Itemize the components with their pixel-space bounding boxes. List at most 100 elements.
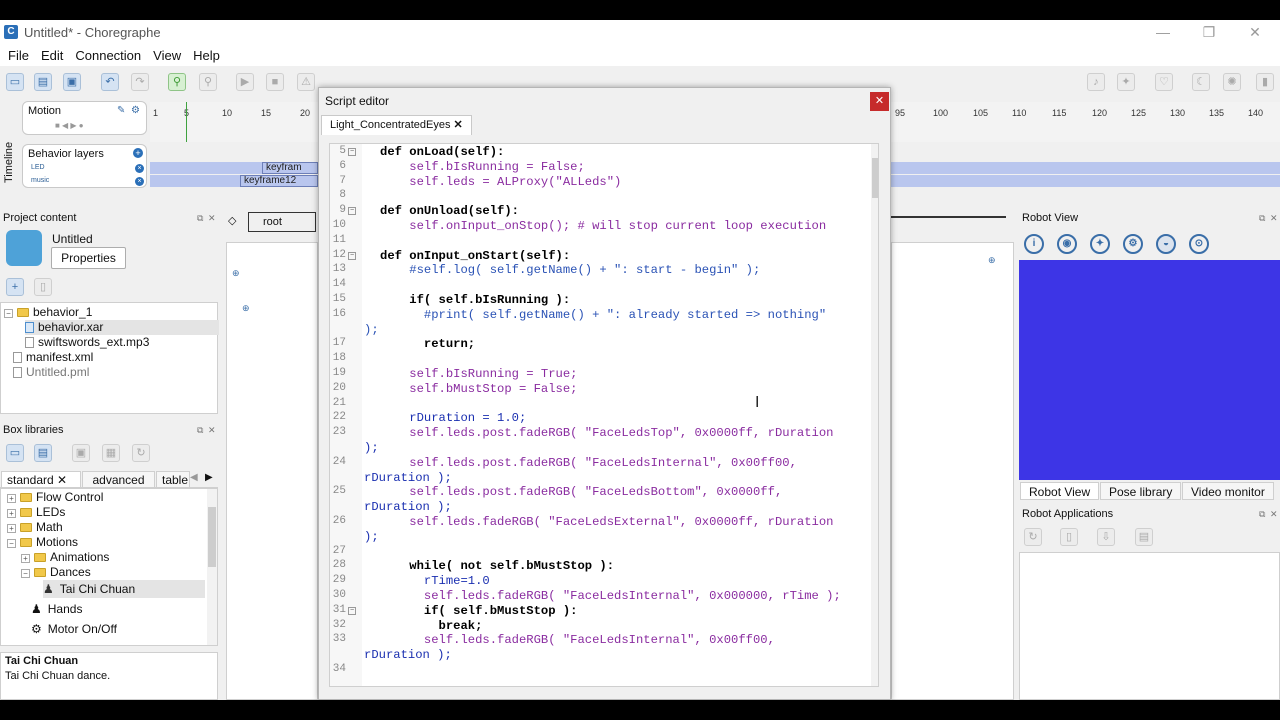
- breadcrumb-root[interactable]: root: [248, 212, 316, 232]
- music-track-right[interactable]: [891, 175, 1280, 187]
- menu-view[interactable]: View: [149, 48, 189, 63]
- robot-posture-icon[interactable]: ✦: [1117, 73, 1135, 91]
- properties-button[interactable]: Properties: [51, 247, 126, 269]
- delete-file-icon[interactable]: ▯: [34, 278, 52, 296]
- dock-close-icon[interactable]: ✕: [208, 210, 216, 226]
- code-line[interactable]: 32 break;: [330, 619, 870, 634]
- code-line[interactable]: 9− def onUnload(self):: [330, 204, 870, 219]
- remove-layer-led-icon[interactable]: ×: [135, 164, 144, 173]
- open-project-icon[interactable]: ▤: [34, 73, 52, 91]
- dock-float-icon[interactable]: ⧉: [197, 422, 203, 438]
- disconnect-icon[interactable]: ⚲: [199, 73, 217, 91]
- code-line[interactable]: 25 self.leds.post.fadeRGB( "FaceLedsBott…: [330, 485, 870, 500]
- tree-item[interactable]: + Math: [7, 520, 63, 535]
- tab-video-monitor[interactable]: Video monitor: [1182, 482, 1274, 500]
- code-line[interactable]: 14: [330, 278, 870, 293]
- tree-item[interactable]: manifest.xml: [13, 350, 93, 365]
- add-layer-icon[interactable]: +: [133, 148, 143, 158]
- tree-item[interactable]: Untitled.pml: [13, 365, 89, 380]
- input-port-icon[interactable]: ⊕: [232, 268, 240, 279]
- robot-3d-view[interactable]: [1019, 260, 1280, 480]
- play-icon[interactable]: ▶: [236, 73, 254, 91]
- minimize-button[interactable]: —: [1140, 20, 1186, 44]
- layer-led[interactable]: LED: [31, 164, 45, 174]
- stop-icon[interactable]: ■: [266, 73, 284, 91]
- code-line[interactable]: 6 self.bIsRunning = False;: [330, 160, 870, 175]
- close-dialog-button[interactable]: ✕: [870, 92, 889, 111]
- tree-item[interactable]: + Flow Control: [7, 490, 103, 505]
- tree-item[interactable]: + Animations: [21, 550, 109, 565]
- close-window-button[interactable]: ✕: [1232, 20, 1278, 44]
- heart-icon[interactable]: ♡: [1155, 73, 1173, 91]
- app-delete-icon[interactable]: ▯: [1060, 528, 1078, 546]
- code-line[interactable]: 7 self.leds = ALProxy("ALLeds"): [330, 175, 870, 190]
- new-project-icon[interactable]: ▭: [6, 73, 24, 91]
- menu-edit[interactable]: Edit: [37, 48, 71, 63]
- code-line[interactable]: 19 self.bIsRunning = True;: [330, 367, 870, 382]
- code-line[interactable]: 27: [330, 545, 870, 560]
- remove-layer-music-icon[interactable]: ×: [135, 177, 144, 186]
- dock-close-icon[interactable]: ✕: [208, 422, 216, 438]
- fold-icon[interactable]: −: [348, 148, 356, 156]
- code-line[interactable]: );: [330, 323, 870, 338]
- code-line[interactable]: 15 if( self.bIsRunning ):: [330, 293, 870, 308]
- open-library-icon[interactable]: ▤: [34, 444, 52, 462]
- tab-table[interactable]: table: [156, 471, 190, 488]
- dock-float-icon[interactable]: ⧉: [197, 210, 203, 226]
- save-library-icon[interactable]: ▦: [102, 444, 120, 462]
- wake-up-icon[interactable]: ☾: [1192, 73, 1210, 91]
- dock-float-icon[interactable]: ⧉: [1259, 506, 1265, 522]
- tree-item-selected[interactable]: ♟ Tai Chi Chuan: [43, 580, 205, 598]
- flow-diagram-right[interactable]: ⊕: [891, 242, 1014, 700]
- code-line[interactable]: 17 return;: [330, 337, 870, 352]
- code-line[interactable]: 28 while( not self.bMustStop ):: [330, 559, 870, 574]
- close-tab-icon[interactable]: ✕: [454, 119, 463, 131]
- app-install-icon[interactable]: ⇩: [1097, 528, 1115, 546]
- tree-item[interactable]: − Motions: [7, 535, 78, 550]
- menu-connection[interactable]: Connection: [71, 48, 149, 63]
- timeline-ruler-right[interactable]: 95 100 105 110 115 120 125 130 135 140: [891, 102, 1280, 142]
- fold-icon[interactable]: −: [348, 606, 356, 615]
- tree-item[interactable]: behavior.xar: [25, 320, 219, 335]
- fold-icon[interactable]: −: [348, 251, 356, 260]
- edit-library-icon[interactable]: ▣: [72, 444, 90, 462]
- tab-scroll-left-icon[interactable]: ◀: [190, 472, 198, 483]
- app-refresh-icon[interactable]: ↻: [1024, 528, 1042, 546]
- code-line[interactable]: 18: [330, 352, 870, 367]
- code-line[interactable]: 13 #self.log( self.getName() + ": start …: [330, 263, 870, 278]
- code-line[interactable]: 29 rTime=1.0: [330, 574, 870, 589]
- code-line[interactable]: 16 #print( self.getName() + ": already s…: [330, 308, 870, 323]
- tree-item[interactable]: + LEDs: [7, 505, 65, 520]
- settings-icon[interactable]: ✺: [1223, 73, 1241, 91]
- camera-view-icon[interactable]: ◒: [1156, 234, 1176, 254]
- code-line[interactable]: 30 self.leds.fadeRGB( "FaceLedsInternal"…: [330, 589, 870, 604]
- tree-item[interactable]: ⚙ Motor On/Off: [31, 620, 117, 638]
- connect-icon[interactable]: ⚲: [168, 73, 186, 91]
- menu-help[interactable]: Help: [189, 48, 228, 63]
- layer-music[interactable]: music: [31, 177, 49, 187]
- code-line[interactable]: 10 self.onInput_onStop(); # will stop cu…: [330, 219, 870, 234]
- code-line[interactable]: 34: [330, 663, 870, 678]
- script-tab[interactable]: Light_ConcentratedEyes ✕: [321, 115, 472, 135]
- led-track-right[interactable]: [891, 162, 1280, 174]
- timeline-ruler-left[interactable]: 1 5 10 15 20: [150, 102, 318, 142]
- code-line[interactable]: );: [330, 441, 870, 456]
- code-line[interactable]: 12− def onInput_onStart(self):: [330, 249, 870, 264]
- code-line[interactable]: rDuration );: [330, 648, 870, 663]
- code-line[interactable]: );: [330, 530, 870, 545]
- zoom-view-icon[interactable]: ⊙: [1189, 234, 1209, 254]
- redo-icon[interactable]: ↷: [131, 73, 149, 91]
- menu-file[interactable]: File: [4, 48, 37, 63]
- input-port-icon[interactable]: ⊕: [242, 303, 250, 314]
- edit-motion-icon[interactable]: ✎: [117, 105, 125, 116]
- tab-scroll-right-icon[interactable]: ▶: [205, 472, 213, 483]
- flow-diagram-left[interactable]: ⊕ ⊕: [226, 242, 318, 700]
- tab-robot-view[interactable]: Robot View: [1020, 482, 1100, 500]
- save-project-icon[interactable]: ▣: [63, 73, 81, 91]
- dock-close-icon[interactable]: ✕: [1270, 210, 1278, 226]
- tab-standard[interactable]: standard ✕: [1, 471, 81, 488]
- dock-float-icon[interactable]: ⧉: [1259, 210, 1265, 226]
- tab-advanced[interactable]: advanced: [82, 471, 155, 488]
- code-line[interactable]: 5− def onLoad(self):: [330, 145, 870, 160]
- code-line[interactable]: 24 self.leds.post.fadeRGB( "FaceLedsInte…: [330, 456, 870, 471]
